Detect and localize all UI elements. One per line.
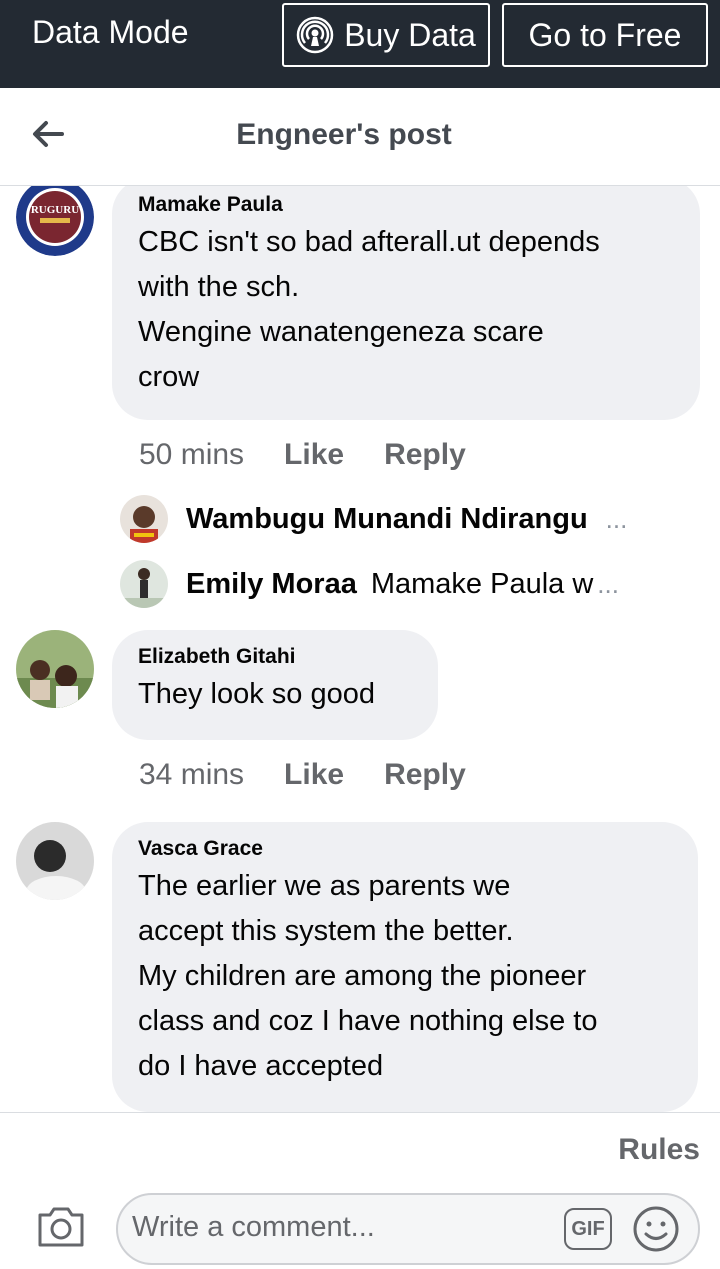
data-mode-bar: Data Mode Buy Data Go to Free: [0, 0, 720, 88]
like-button[interactable]: Like: [284, 438, 344, 472]
comment-bubble[interactable]: Mamake Paula CBC isn't so bad afterall.u…: [112, 186, 700, 420]
avatar[interactable]: [16, 822, 94, 900]
reply-button[interactable]: Reply: [384, 438, 466, 472]
avatar[interactable]: [16, 630, 94, 708]
reply-preview[interactable]: Emily Moraa Mamake Paula w ...: [120, 559, 680, 609]
comment-author[interactable]: Vasca Grace: [138, 834, 672, 864]
buy-data-label: Buy Data: [344, 16, 476, 53]
comment-time: 34 mins: [139, 758, 245, 791]
reply-author[interactable]: Emily Moraa: [186, 568, 357, 601]
comment-time: 50 mins: [139, 438, 245, 471]
rules-link[interactable]: Rules: [618, 1133, 700, 1167]
broadcast-icon: [296, 16, 334, 54]
page-title: Engneer's post: [236, 118, 452, 151]
post-header: Engneer's post: [0, 88, 720, 186]
svg-text:RUGURU: RUGURU: [31, 204, 79, 216]
comment-meta: 50 mins Like Reply: [139, 438, 506, 472]
gif-icon[interactable]: GIF: [564, 1208, 612, 1250]
comment-author[interactable]: Elizabeth Gitahi: [138, 642, 412, 672]
go-to-free-label: Go to Free: [528, 16, 682, 53]
avatar[interactable]: RUGURU: [16, 186, 94, 256]
like-button[interactable]: Like: [284, 758, 344, 792]
reply-ellipsis: ...: [597, 568, 619, 599]
comment-composer: Rules Write a comment... GIF: [0, 1112, 720, 1269]
comment-bubble[interactable]: Vasca Grace The earlier we as parents we…: [112, 822, 698, 1112]
reply-ellipsis: ...: [605, 503, 628, 534]
data-mode-label: Data Mode: [32, 14, 189, 50]
comment-placeholder: Write a comment...: [132, 1211, 375, 1243]
reply-author[interactable]: Wambugu Munandi Ndirangu: [186, 503, 588, 536]
comment-feed[interactable]: RUGURU Mamake Paula CBC isn't so bad aft…: [0, 186, 720, 1112]
reply-text: Mamake Paula w: [370, 567, 594, 600]
go-to-free-button[interactable]: Go to Free: [502, 3, 708, 67]
comment-bubble[interactable]: Elizabeth Gitahi They look so good: [112, 630, 438, 740]
ruguru-logo-icon: RUGURU: [16, 186, 94, 256]
reply-preview[interactable]: Wambugu Munandi Ndirangu ...: [120, 494, 680, 544]
camera-icon[interactable]: [36, 1205, 86, 1249]
comment-meta: 34 mins Like Reply: [139, 758, 506, 792]
buy-data-button[interactable]: Buy Data: [282, 3, 490, 67]
avatar: [120, 560, 168, 608]
emoji-icon[interactable]: [632, 1205, 680, 1253]
comment-input[interactable]: Write a comment... GIF: [116, 1193, 700, 1265]
comment-text: CBC isn't so bad afterall.ut depends wit…: [138, 226, 600, 393]
comment-author[interactable]: Mamake Paula: [138, 190, 674, 220]
comment-text: They look so good: [138, 678, 375, 710]
comment-text: The earlier we as parents we accept this…: [138, 870, 598, 1082]
reply-button[interactable]: Reply: [384, 758, 466, 792]
avatar: [120, 495, 168, 543]
